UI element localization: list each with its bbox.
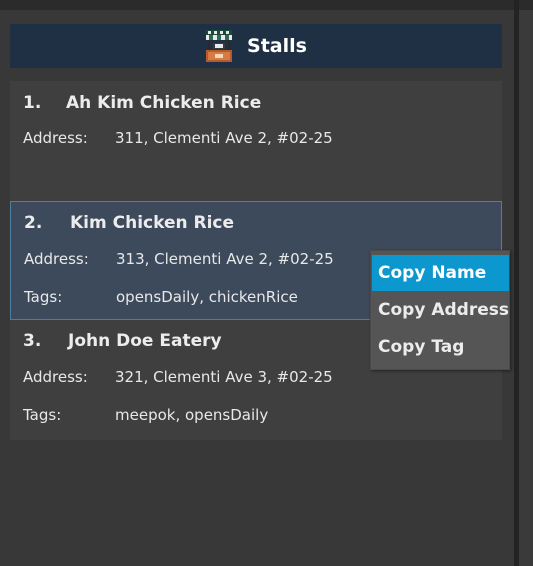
context-menu: Copy Name Copy Address Copy Tag	[370, 250, 510, 370]
panel-title: Stalls	[247, 35, 307, 57]
tags-value: opensDaily, chickenRice	[116, 288, 298, 306]
stall-name: Ah Kim Chicken Rice	[66, 93, 262, 113]
right-panel	[519, 10, 533, 566]
copy-tag-menu-item[interactable]: Copy Tag	[372, 329, 509, 365]
stall-index: 1.	[23, 93, 42, 113]
address-label: Address:	[23, 368, 88, 386]
address-label: Address:	[23, 129, 88, 147]
stalls-panel-header: Stalls	[10, 24, 502, 68]
tags-value: meepok, opensDaily	[115, 406, 269, 424]
app-window: Stalls 1. Ah Kim Chicken Rice Address: 3…	[0, 0, 533, 566]
top-strip	[0, 0, 533, 10]
address-label: Address:	[24, 250, 89, 268]
address-value: 311, Clementi Ave 2, #02-25	[115, 129, 333, 147]
stall-name: John Doe Eatery	[68, 331, 222, 351]
address-value: 313, Clementi Ave 2, #02-25	[116, 250, 334, 268]
stall-index: 3.	[23, 331, 42, 351]
copy-name-menu-item[interactable]: Copy Name	[372, 255, 509, 291]
copy-address-menu-item[interactable]: Copy Address	[372, 292, 509, 328]
address-value: 321, Clementi Ave 3, #02-25	[115, 368, 333, 386]
stall-index: 2.	[24, 213, 43, 233]
tags-label: Tags:	[24, 288, 63, 306]
tags-label: Tags:	[23, 406, 62, 424]
stall-name: Kim Chicken Rice	[70, 213, 235, 233]
stall-icon	[206, 30, 233, 62]
stall-card[interactable]: 1. Ah Kim Chicken Rice Address: 311, Cle…	[10, 81, 502, 201]
